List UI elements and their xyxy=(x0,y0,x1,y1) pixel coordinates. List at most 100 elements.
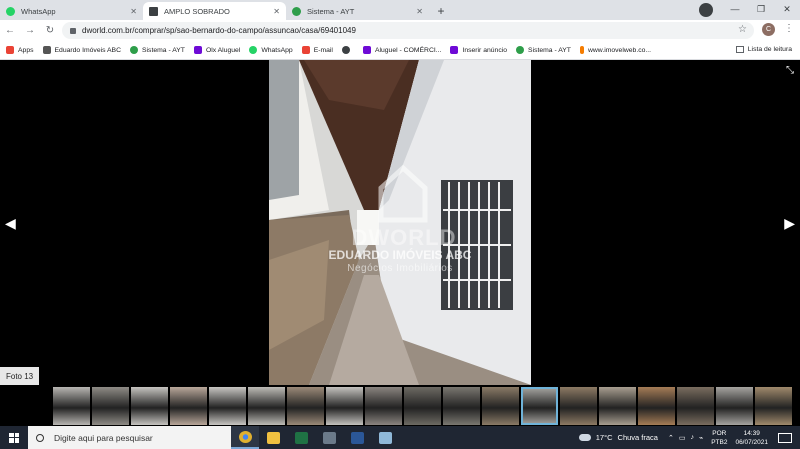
app-icon xyxy=(378,431,392,444)
photo-counter-label: Foto 13 xyxy=(0,367,40,385)
language-indicator[interactable]: POR PTB2 xyxy=(711,429,727,447)
battery-icon[interactable]: ▭ xyxy=(679,434,686,442)
bookmark-imovelweb[interactable]: www.imovelweb.co... xyxy=(579,46,652,54)
generic-app[interactable] xyxy=(371,426,399,449)
tab-label: Sistema - AYT xyxy=(307,6,355,16)
close-icon[interactable]: ✕ xyxy=(416,7,423,16)
close-window-button[interactable]: ✕ xyxy=(774,0,800,18)
calculator-app[interactable] xyxy=(315,426,343,449)
chrome-icon xyxy=(238,430,252,443)
tab-search-icon[interactable] xyxy=(699,3,713,17)
bookmark-label: www.imovelweb.co... xyxy=(587,46,652,54)
photo-thumbnail[interactable] xyxy=(677,387,714,425)
corridor-photo xyxy=(269,60,531,385)
previous-photo-arrow-icon[interactable]: ◀ xyxy=(5,215,16,232)
tab-strip: WhatsApp ✕ AMPLO SOBRADO ✕ Sistema - AYT… xyxy=(0,0,800,20)
photo-thumbnail[interactable] xyxy=(716,387,753,425)
mail-icon xyxy=(301,46,310,54)
volume-icon[interactable]: ♪ xyxy=(690,434,694,442)
photo-viewer: DWORLD EDUARDO IMÓVEIS ABC Negócios Imob… xyxy=(0,60,800,426)
photo-thumbnail[interactable] xyxy=(209,387,246,425)
profile-avatar[interactable]: C xyxy=(762,23,775,36)
system-tray: 17°C Chuva fraca ⌃ ▭ ♪ ⌁ POR PTB2 14:39 … xyxy=(578,426,800,449)
photo-thumbnail[interactable] xyxy=(638,387,675,425)
back-button[interactable]: ← xyxy=(0,21,20,41)
bookmark-label: Sistema - AYT xyxy=(142,46,185,54)
network-icon[interactable]: ⌁ xyxy=(699,434,703,442)
excel-icon xyxy=(294,431,308,444)
reading-list-button[interactable]: Lista de leitura xyxy=(735,46,792,53)
ayt-icon xyxy=(130,46,138,54)
whatsapp-icon xyxy=(249,46,258,54)
photo-thumbnail[interactable] xyxy=(521,387,558,425)
photo-thumbnail[interactable] xyxy=(560,387,597,425)
bookmark-label: Eduardo Imóveis ABC xyxy=(54,46,122,54)
bookmark-label: Olx Aluguel xyxy=(205,46,241,54)
eduardo-icon xyxy=(42,46,51,54)
next-photo-arrow-icon[interactable]: ▶ xyxy=(784,215,795,232)
thumbnail-strip xyxy=(53,387,794,425)
minimize-button[interactable]: — xyxy=(722,0,748,18)
close-icon[interactable]: ✕ xyxy=(273,7,280,16)
photo-thumbnail[interactable] xyxy=(248,387,285,425)
photo-thumbnail[interactable] xyxy=(443,387,480,425)
windows-logo-icon xyxy=(9,432,19,443)
address-bar[interactable]: dworld.com.br/comprar/sp/sao-bernardo-do… xyxy=(62,22,754,39)
ayt-icon xyxy=(516,46,525,54)
photo-thumbnail[interactable] xyxy=(131,387,168,425)
new-tab-button[interactable]: + xyxy=(433,3,449,19)
tab-amplo-sobrado[interactable]: AMPLO SOBRADO ✕ xyxy=(143,2,286,20)
notification-center-icon[interactable] xyxy=(778,432,792,443)
photo-thumbnail[interactable] xyxy=(599,387,636,425)
bookmark-star-icon[interactable]: ☆ xyxy=(738,24,747,35)
photo-thumbnail[interactable] xyxy=(170,387,207,425)
browser-toolbar: ← → ↻ dworld.com.br/comprar/sp/sao-berna… xyxy=(0,20,800,41)
bookmark-inserir-anuncio[interactable]: Inserir anúncio xyxy=(450,46,507,54)
start-button[interactable] xyxy=(0,426,28,449)
tab-sistema-ayt[interactable]: Sistema - AYT ✕ xyxy=(286,2,429,20)
bookmark-apps[interactable]: Apps xyxy=(6,46,34,54)
show-hidden-icons-icon[interactable]: ⌃ xyxy=(668,434,674,442)
folder-icon xyxy=(266,431,280,444)
browser-menu-icon[interactable]: ⋮ xyxy=(784,23,794,34)
photo-thumbnail[interactable] xyxy=(755,387,792,425)
photo-thumbnail[interactable] xyxy=(53,387,90,425)
lock-icon xyxy=(70,27,76,34)
olx-icon xyxy=(450,46,459,54)
tab-whatsapp[interactable]: WhatsApp ✕ xyxy=(0,2,143,20)
word-app[interactable] xyxy=(343,426,371,449)
photo-thumbnail[interactable] xyxy=(365,387,402,425)
weather-widget[interactable]: 17°C Chuva fraca xyxy=(578,433,658,442)
maximize-button[interactable]: ❐ xyxy=(748,0,774,18)
photo-thumbnail[interactable] xyxy=(287,387,324,425)
photo-thumbnail[interactable] xyxy=(482,387,519,425)
photo-thumbnail[interactable] xyxy=(92,387,129,425)
collapse-fullscreen-icon[interactable]: ⤡ xyxy=(786,65,794,76)
bookmark-label: Apps xyxy=(18,46,34,54)
photo-thumbnail[interactable] xyxy=(326,387,363,425)
bookmark-eduardo-imoveis[interactable]: Eduardo Imóveis ABC xyxy=(42,46,122,54)
clock-time: 14:39 xyxy=(743,429,760,437)
bookmark-aluguel-comercial[interactable]: Aluguel - COMÉRCI... xyxy=(362,46,441,54)
bookmark-sistema-ayt[interactable]: Sistema - AYT xyxy=(130,46,185,54)
temperature: 17°C xyxy=(595,433,613,442)
watermark-subtitle: Negócios Imobiliários xyxy=(347,263,453,274)
bookmark-globe[interactable] xyxy=(341,46,354,54)
tab-label: WhatsApp xyxy=(21,6,56,16)
bookmark-email[interactable]: E-mail xyxy=(301,46,333,54)
clock[interactable]: 14:39 06/07/2021 xyxy=(735,429,768,447)
chrome-app[interactable] xyxy=(231,426,259,449)
bookmarks-bar: Apps Eduardo Imóveis ABC Sistema - AYT O… xyxy=(0,41,800,60)
bookmark-sistema-ayt-2[interactable]: Sistema - AYT xyxy=(516,46,571,54)
bookmark-whatsapp[interactable]: WhatsApp xyxy=(249,46,293,54)
reload-button[interactable]: ↻ xyxy=(40,21,60,41)
file-explorer-app[interactable] xyxy=(259,426,287,449)
bookmark-label: WhatsApp xyxy=(261,46,293,54)
excel-app[interactable] xyxy=(287,426,315,449)
taskbar-search-box[interactable]: Digite aqui para pesquisar xyxy=(28,426,231,449)
bookmark-olx-aluguel[interactable]: Olx Aluguel xyxy=(193,46,241,54)
photo-thumbnail[interactable] xyxy=(404,387,441,425)
forward-button[interactable]: → xyxy=(20,21,40,41)
close-icon[interactable]: ✕ xyxy=(130,7,137,16)
taskbar-search-placeholder: Digite aqui para pesquisar xyxy=(54,432,153,443)
